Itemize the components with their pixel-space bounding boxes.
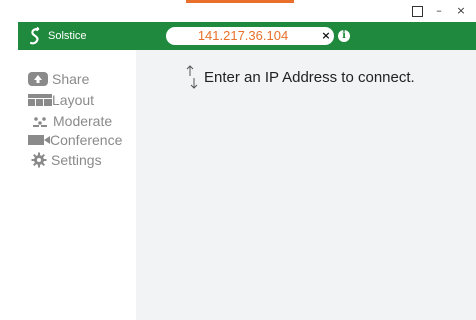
app-window: – × Solstice 141.217.36.104 × i Share La…: [18, 0, 476, 320]
maximize-icon: [411, 5, 423, 17]
clear-input-icon[interactable]: ×: [320, 30, 332, 42]
maximize-button[interactable]: [410, 4, 424, 18]
connect-hint: Enter an IP Address to connect.: [186, 64, 415, 90]
sidebar-item-share[interactable]: Share: [28, 70, 89, 88]
sidebar-item-conference[interactable]: Conference: [28, 131, 122, 149]
sidebar-item-moderate[interactable]: Moderate: [28, 112, 112, 130]
title-bar: – ×: [18, 0, 476, 22]
up-down-arrows-icon: [186, 65, 198, 89]
connect-hint-text: Enter an IP Address to connect.: [204, 68, 415, 86]
sidebar-item-label: Layout: [52, 92, 95, 108]
sidebar: Share Layout Moderate Conference Setting…: [18, 50, 136, 320]
brand-name: Solstice: [48, 30, 87, 42]
gear-icon: [31, 152, 47, 168]
sidebar-item-label: Moderate: [53, 113, 113, 129]
sidebar-item-label: Share: [52, 71, 90, 87]
brand: Solstice: [28, 26, 87, 46]
sidebar-item-layout[interactable]: Layout: [28, 91, 94, 109]
share-icon: [28, 72, 48, 86]
solstice-logo-icon: [29, 27, 40, 45]
layout-icon: [28, 94, 52, 106]
sidebar-item-label: Conference: [50, 132, 123, 148]
minimize-button[interactable]: –: [432, 4, 446, 18]
main-content: Enter an IP Address to connect.: [136, 50, 476, 320]
conference-icon: [28, 135, 50, 145]
sidebar-item-label: Settings: [51, 152, 102, 168]
sidebar-item-settings[interactable]: Settings: [28, 151, 102, 169]
header-bar: Solstice 141.217.36.104 × i: [18, 22, 476, 50]
close-button[interactable]: ×: [454, 4, 468, 18]
info-icon[interactable]: i: [338, 30, 350, 42]
ip-address-input[interactable]: 141.217.36.104: [166, 27, 334, 45]
moderate-icon: [33, 117, 47, 127]
top-accent-bar: [186, 0, 294, 3]
